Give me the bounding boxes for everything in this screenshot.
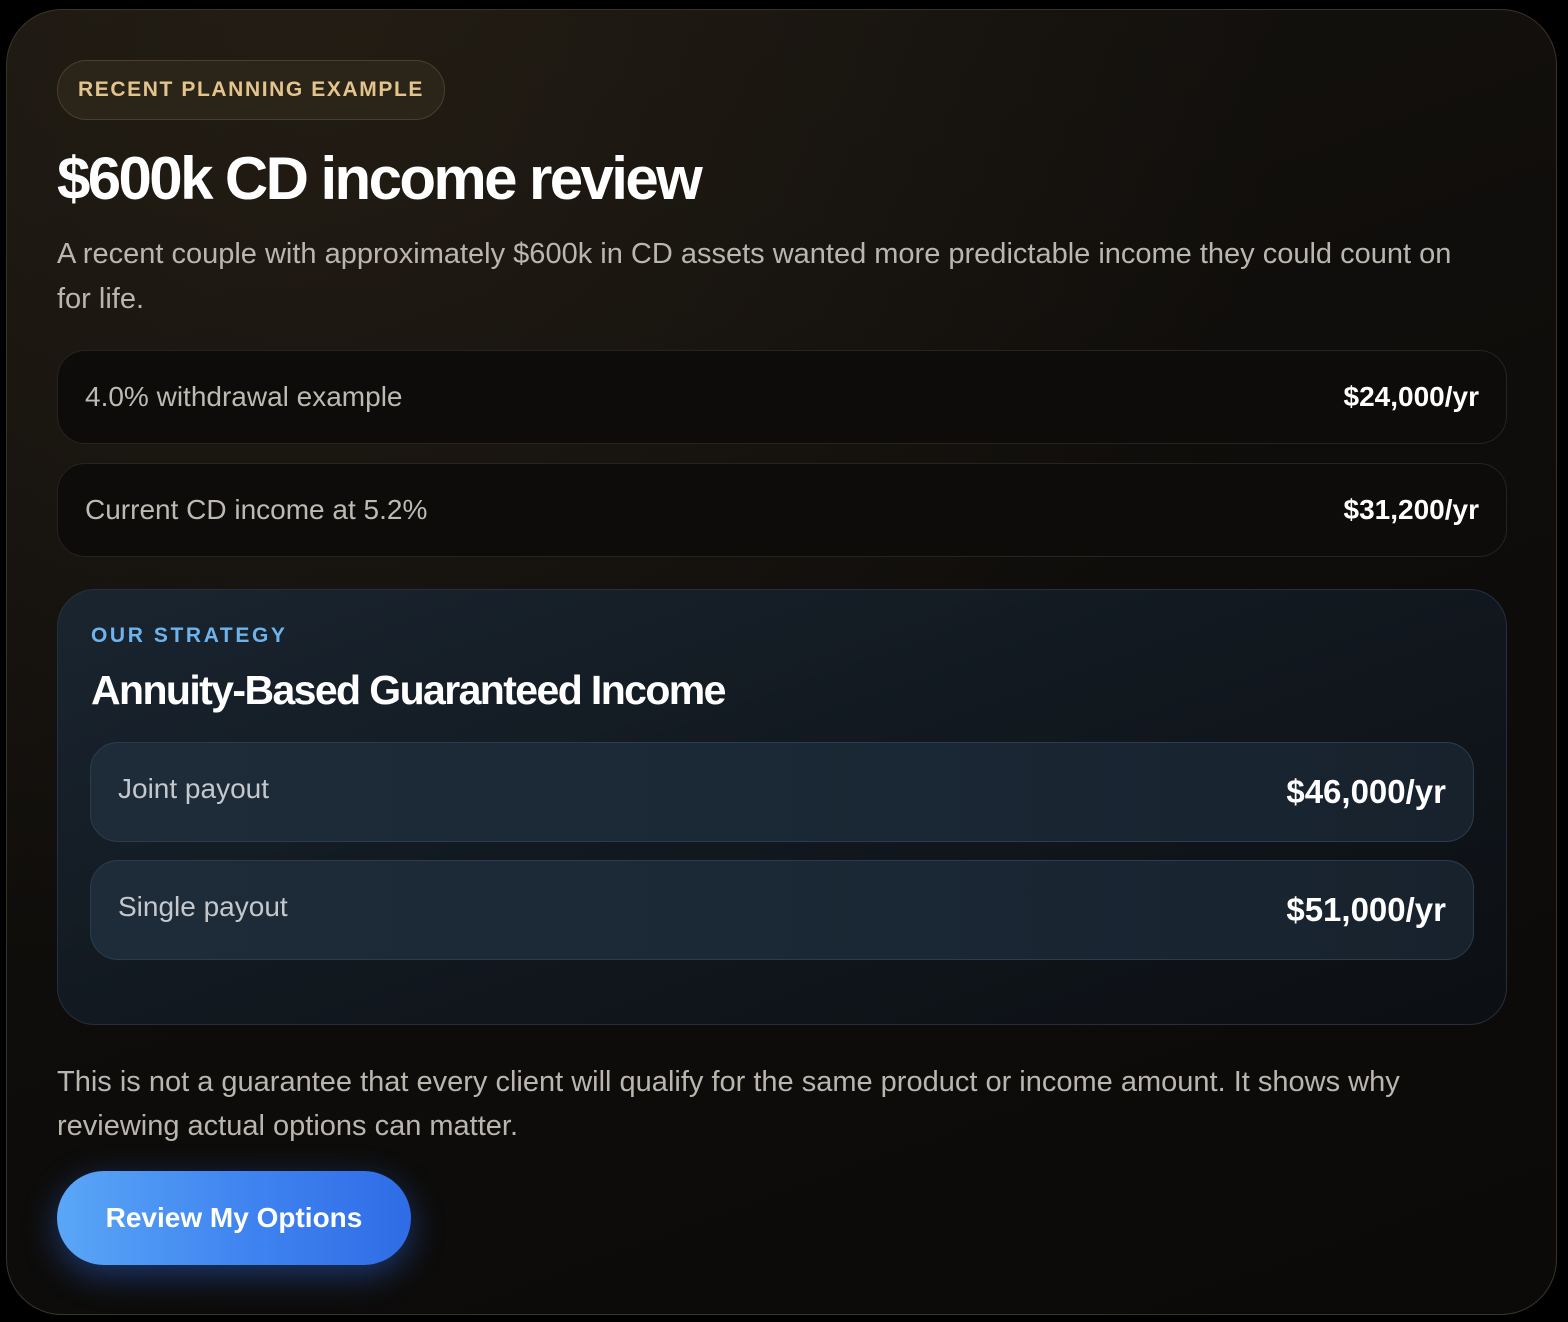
payout-row-single: Single payout $51,000/yr — [90, 860, 1474, 960]
planning-example-badge: RECENT PLANNING EXAMPLE — [57, 60, 445, 120]
card-description: A recent couple with approximately $600k… — [57, 238, 1452, 315]
strategy-panel: OUR STRATEGY Annuity-Based Guaranteed In… — [57, 589, 1507, 1025]
comparison-label: 4.0% withdrawal example — [85, 381, 403, 412]
payout-label: Joint payout — [118, 773, 269, 804]
payout-value: $51,000/yr — [1286, 891, 1446, 928]
comparison-label: Current CD income at 5.2% — [85, 494, 428, 525]
payout-label: Single payout — [118, 891, 288, 922]
comparison-value: $31,200/yr — [1343, 494, 1479, 525]
payout-row-joint: Joint payout $46,000/yr — [90, 742, 1474, 842]
comparison-value: $24,000/yr — [1343, 381, 1479, 412]
planning-example-card: RECENT PLANNING EXAMPLE $600k CD income … — [6, 9, 1557, 1315]
disclaimer-text: This is not a guarantee that every clien… — [57, 1066, 1400, 1142]
strategy-eyebrow: OUR STRATEGY — [91, 624, 288, 647]
comparison-row-withdrawal: 4.0% withdrawal example $24,000/yr — [57, 350, 1507, 444]
review-options-button[interactable]: Review My Options — [57, 1171, 411, 1265]
comparison-row-cd-income: Current CD income at 5.2% $31,200/yr — [57, 463, 1507, 557]
payout-value: $46,000/yr — [1286, 773, 1446, 810]
card-title: $600k CD income review — [57, 145, 703, 212]
strategy-title: Annuity-Based Guaranteed Income — [91, 667, 726, 713]
